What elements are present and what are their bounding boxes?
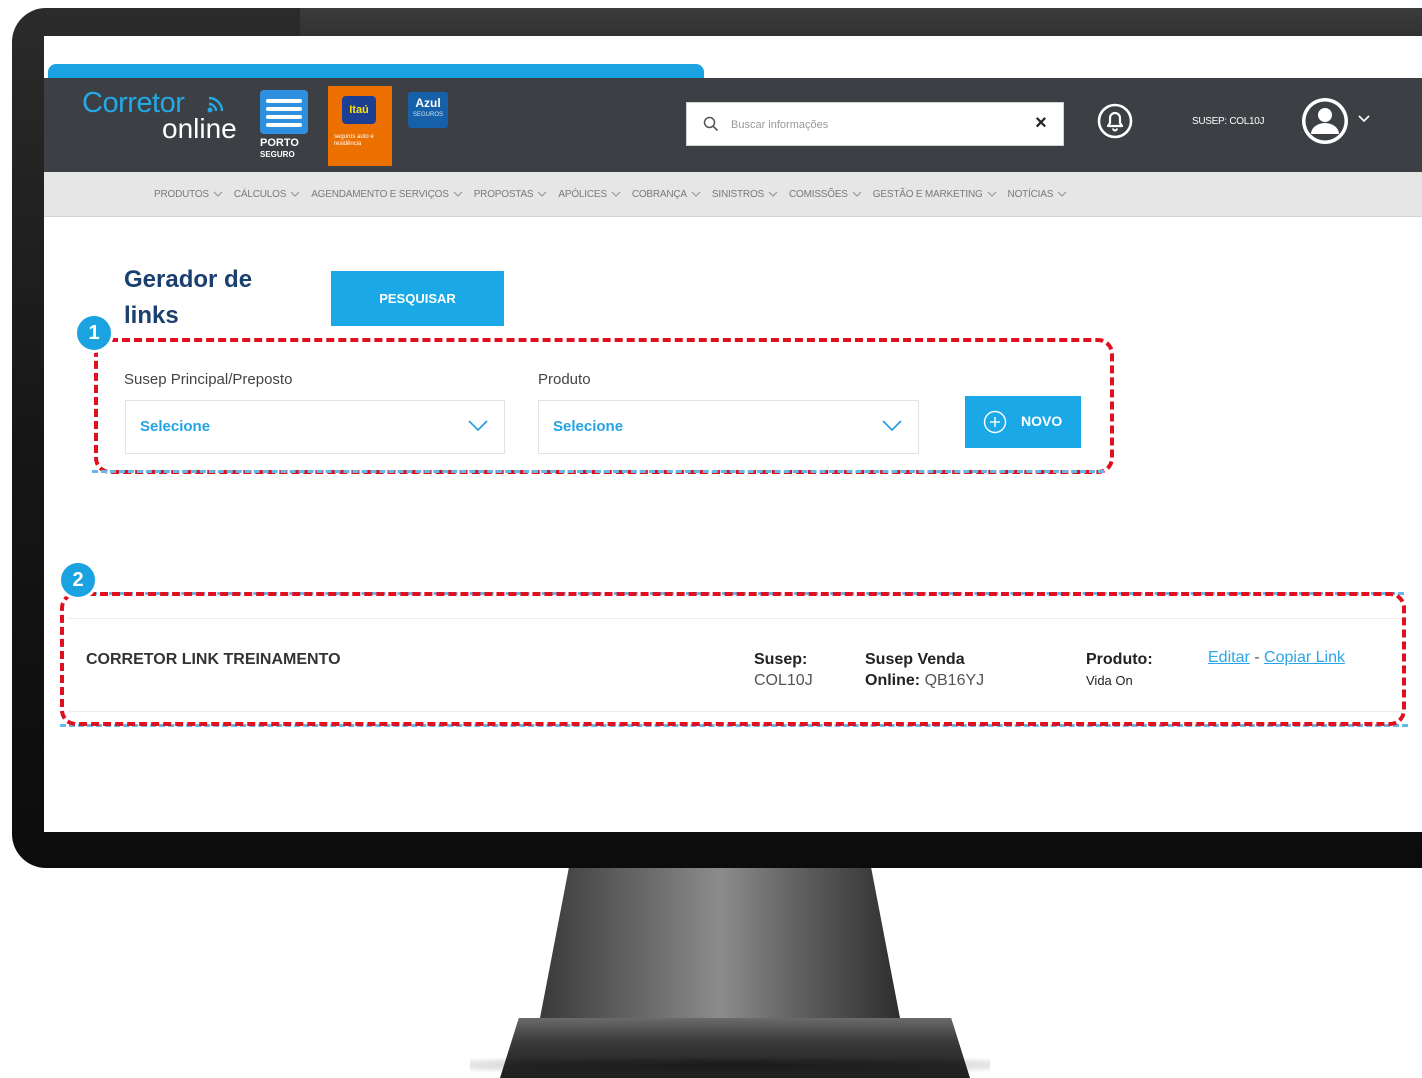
chevron-down-icon [768, 191, 778, 197]
azul-seguros-logo: Azul SEGUROS [408, 92, 448, 128]
chevron-down-icon [852, 191, 862, 197]
itau-name: Itaú [342, 96, 376, 124]
search-button[interactable]: PESQUISAR [331, 271, 504, 326]
monitor-stand-neck [540, 868, 900, 1018]
step-badge-2: 2 [58, 560, 98, 600]
step-badge-1: 1 [74, 313, 114, 353]
new-link-button[interactable]: NOVO [965, 396, 1081, 448]
nav-item[interactable]: COMISSÕES [789, 189, 862, 200]
produto-select-value: Selecione [553, 418, 624, 435]
nav-item[interactable]: SINISTROS [712, 189, 778, 200]
chevron-down-icon [453, 191, 463, 197]
produto-select[interactable]: Selecione [538, 400, 919, 454]
chevron-down-icon [611, 191, 621, 197]
user-avatar-icon[interactable] [1300, 96, 1350, 146]
close-icon[interactable]: × [1031, 113, 1051, 133]
itau-seguros-logo: Itaú seguros auto e residência [328, 86, 392, 166]
nav-item-label: AGENDAMENTO E SERVIÇOS [311, 188, 449, 200]
top-accent-bar [48, 64, 704, 78]
monitor-screen: Corretor online PORTO SEGURO Itaú seguro… [44, 36, 1422, 832]
results-highlight [60, 592, 1406, 726]
bell-icon[interactable] [1096, 102, 1134, 140]
nav-item-label: PRODUTOS [154, 188, 209, 200]
chevron-down-icon [691, 191, 701, 197]
chevron-down-icon [537, 191, 547, 197]
chevron-down-icon [468, 420, 488, 432]
nav-item[interactable]: COBRANÇA [632, 189, 701, 200]
nav-item[interactable]: AGENDAMENTO E SERVIÇOS [311, 189, 463, 200]
susep-field-label: Susep Principal/Preposto [124, 371, 293, 388]
porto-seguro-mark-icon [260, 90, 308, 134]
nav-item-label: CÁLCULOS [233, 188, 287, 200]
signal-icon [207, 96, 224, 113]
chevron-down-icon [1057, 191, 1067, 197]
search-icon [703, 116, 719, 132]
susep-select[interactable]: Selecione [125, 400, 505, 454]
page-title: Gerador de links [124, 266, 253, 329]
susep-select-value: Selecione [140, 418, 211, 435]
app-header: Corretor online PORTO SEGURO Itaú seguro… [44, 78, 1422, 172]
filters-underline [92, 470, 1104, 473]
porto-seguro-logo: PORTO SEGURO [260, 86, 316, 166]
nav-item-label: GESTÃO E MARKETING [872, 188, 983, 200]
nav-item-label: PROPOSTAS [473, 188, 534, 200]
search-box: × [686, 102, 1064, 146]
main-nav: PRODUTOS CÁLCULOS AGENDAMENTO E SERVIÇOS PR… [44, 172, 1422, 217]
new-link-label: NOVO [1021, 413, 1063, 429]
porto-line1: PORTO [260, 137, 299, 149]
produto-field-label: Produto [538, 371, 591, 388]
plus-circle-icon [983, 410, 1007, 434]
monitor-stand-shadow [470, 1058, 990, 1072]
nav-item-label: NOTÍCIAS [1007, 188, 1054, 200]
nav-item[interactable]: PRODUTOS [154, 189, 223, 200]
nav-item[interactable]: GESTÃO E MARKETING [873, 189, 997, 200]
logo-brand-bottom: online [162, 113, 237, 144]
nav-item-label: APÓLICES [558, 188, 607, 200]
nav-item-label: COBRANÇA [631, 188, 687, 200]
azul-sub: SEGUROS [412, 112, 443, 118]
nav-item[interactable]: NOTÍCIAS [1008, 189, 1068, 200]
chevron-down-icon[interactable] [1358, 114, 1370, 124]
nav-item[interactable]: CÁLCULOS [234, 189, 300, 200]
chevron-down-icon [882, 420, 902, 432]
chevron-down-icon [213, 191, 223, 197]
nav-item-label: SINISTROS [711, 188, 765, 200]
azul-name: Azul [415, 96, 441, 110]
nav-item[interactable]: APÓLICES [558, 188, 621, 200]
porto-line2: SEGURO [260, 150, 295, 159]
chevron-down-icon [290, 191, 300, 197]
nav-item[interactable]: PROPOSTAS [474, 189, 548, 200]
chevron-down-icon [987, 191, 996, 197]
user-susep-label: SUSEP: COL10J [1192, 116, 1265, 127]
nav-item-label: COMISSÕES [789, 188, 848, 200]
itau-sub: seguros auto e residência [334, 134, 374, 147]
search-input[interactable] [729, 111, 1023, 139]
